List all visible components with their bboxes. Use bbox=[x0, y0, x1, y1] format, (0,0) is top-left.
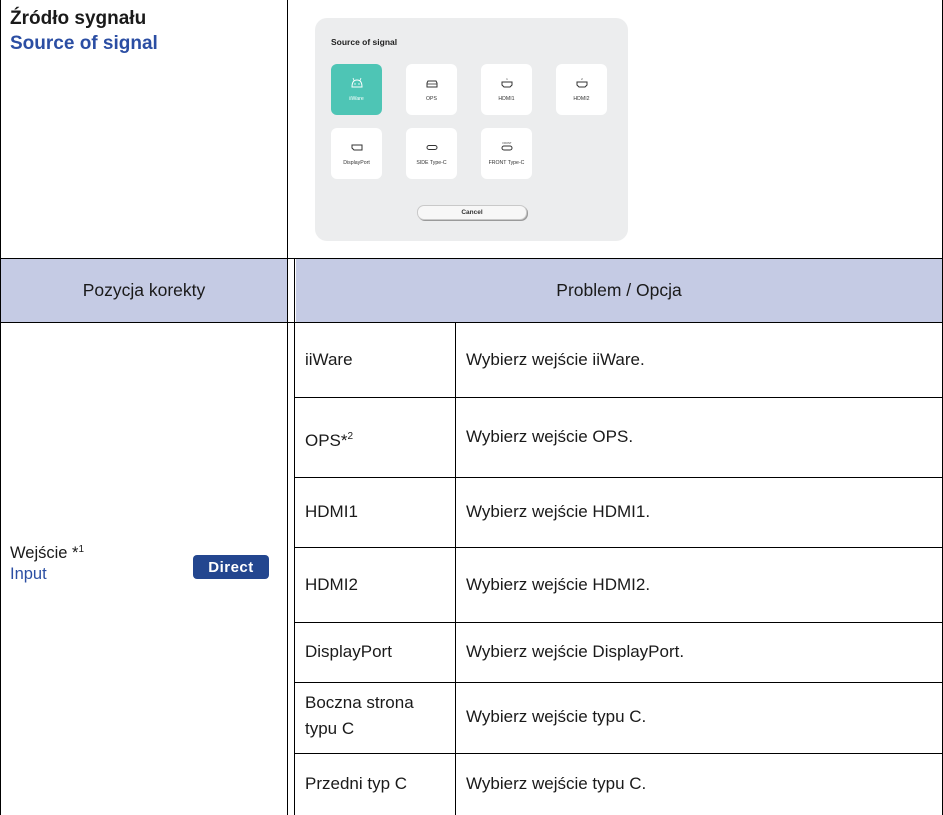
section-title-pl: Źródło sygnału bbox=[10, 8, 147, 29]
source-tile-displayport[interactable]: DisplayPort bbox=[331, 128, 382, 179]
description-displayport: Wybierz wejście DisplayPort. bbox=[466, 642, 685, 661]
item-name-en: Input bbox=[10, 565, 47, 583]
option-hdmi2: HDMI2 bbox=[305, 575, 358, 594]
row-separator bbox=[294, 682, 942, 683]
hdmi1-mark: 1 bbox=[506, 77, 508, 81]
option-hdmi1: HDMI1 bbox=[305, 502, 358, 521]
hdmi-icon: 1 bbox=[501, 77, 512, 88]
double-line-b bbox=[294, 259, 295, 815]
source-label: HDMI1 bbox=[498, 96, 515, 102]
displayport-icon bbox=[351, 144, 362, 151]
option-iiware: iiWare bbox=[305, 350, 353, 369]
row-separator bbox=[294, 622, 942, 623]
android-icon bbox=[350, 77, 363, 88]
dialog-title: Source of signal bbox=[331, 37, 398, 47]
front-mark: FRONT bbox=[502, 141, 511, 145]
row-separator bbox=[294, 477, 942, 478]
double-line-a bbox=[287, 259, 288, 815]
hdmi2-mark: 2 bbox=[581, 77, 583, 81]
source-dialog: Source of signal iiWare OPS 1 HDMI1 2 HD… bbox=[315, 18, 628, 241]
source-label: HDMI2 bbox=[573, 96, 590, 102]
header-position: Pozycja korekty bbox=[82, 280, 206, 300]
source-label: OPS bbox=[426, 96, 437, 102]
description-side-type-c: Wybierz wejście typu C. bbox=[466, 707, 647, 726]
table-border-left bbox=[0, 0, 1, 815]
header-bottom-border bbox=[0, 322, 943, 323]
source-label: iiWare bbox=[349, 96, 364, 102]
usb-c-icon bbox=[426, 145, 437, 150]
description-hdmi1: Wybierz wejście HDMI1. bbox=[466, 502, 651, 521]
description-ops: Wybierz wejście OPS. bbox=[466, 427, 634, 446]
source-label: FRONT Type-C bbox=[488, 160, 525, 166]
direct-badge: Direct bbox=[193, 555, 269, 579]
section-title-en: Source of signal bbox=[10, 33, 158, 54]
option-ops: OPS*2 bbox=[305, 431, 354, 450]
option-front-type-c: Przedni typ C bbox=[305, 774, 408, 793]
ops-icon bbox=[426, 80, 437, 88]
description-hdmi2: Wybierz wejście HDMI2. bbox=[466, 575, 651, 594]
row-separator bbox=[294, 397, 942, 398]
source-tile-hdmi1[interactable]: 1 HDMI1 bbox=[481, 64, 532, 115]
usb-c-icon: FRONT bbox=[501, 141, 512, 151]
item-name-pl: Wejście *1 bbox=[10, 544, 85, 562]
description-iiware: Wybierz wejście iiWare. bbox=[466, 350, 645, 369]
header-problem-option: Problem / Opcja bbox=[556, 280, 682, 300]
row-separator bbox=[294, 547, 942, 548]
hdmi-icon: 2 bbox=[576, 77, 587, 88]
source-label: DisplayPort bbox=[343, 160, 370, 166]
description-front-type-c: Wybierz wejście typu C. bbox=[466, 774, 647, 793]
option-displayport: DisplayPort bbox=[305, 642, 392, 661]
source-tile-side-type-c[interactable]: SIDE Type-C bbox=[406, 128, 457, 179]
section-divider bbox=[287, 0, 288, 259]
source-tile-front-type-c[interactable]: FRONT FRONT Type-C bbox=[481, 128, 532, 179]
row-separator bbox=[294, 753, 942, 754]
cancel-button[interactable]: Cancel bbox=[417, 205, 527, 220]
option-side-type-c: Boczna strona typu C bbox=[305, 693, 414, 738]
source-tile-hdmi2[interactable]: 2 HDMI2 bbox=[556, 64, 607, 115]
source-tile-iiware[interactable]: iiWare bbox=[331, 64, 382, 115]
source-tile-ops[interactable]: OPS bbox=[406, 64, 457, 115]
column-divider bbox=[455, 322, 456, 815]
source-label: SIDE Type-C bbox=[416, 160, 447, 166]
